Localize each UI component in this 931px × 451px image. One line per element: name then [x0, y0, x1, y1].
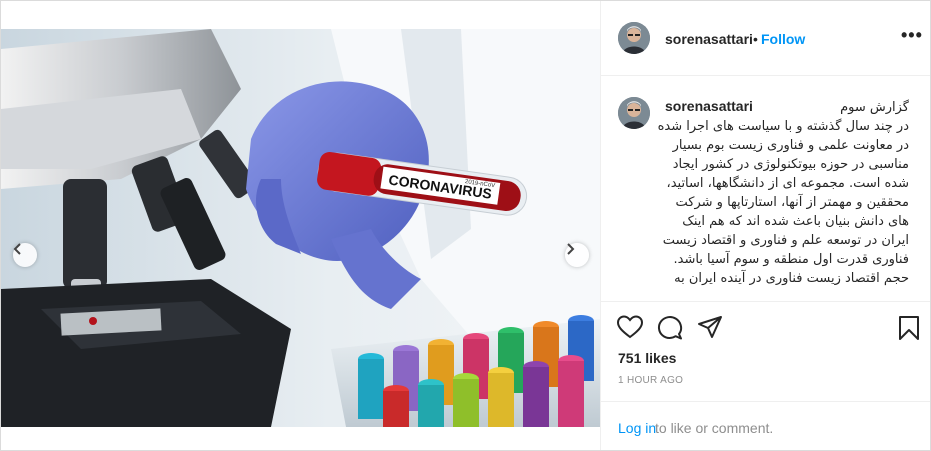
paper-plane-icon[interactable] — [697, 315, 723, 339]
login-prompt-text: to like or comment. — [655, 420, 774, 436]
bookmark-icon[interactable] — [898, 315, 920, 341]
post-header: sorenasattari • Follow ••• — [601, 1, 930, 76]
post-side-panel: sorenasattari • Follow ••• sorenasattari… — [600, 1, 930, 450]
like-count[interactable]: 751 likes — [618, 350, 676, 366]
heart-icon[interactable] — [617, 315, 643, 339]
chevron-right-icon — [567, 243, 575, 255]
avatar[interactable] — [618, 97, 650, 129]
post-image: CORONAVIRUS 2019-nCoV — [1, 29, 601, 427]
post-timestamp[interactable]: 1 HOUR AGO — [618, 375, 683, 386]
login-prompt: Log in to like or comment. — [601, 401, 930, 450]
previous-slide-button[interactable] — [13, 243, 37, 267]
action-bar — [601, 301, 930, 349]
separator-dot: • — [753, 31, 758, 47]
more-options-button[interactable]: ••• — [901, 25, 923, 46]
chevron-left-icon — [13, 243, 21, 255]
username[interactable]: sorenasattari — [665, 31, 753, 47]
avatar[interactable] — [618, 22, 650, 54]
post-frame: CORONAVIRUS 2019-nCoV sorenasattari • Fo… — [0, 0, 931, 451]
follow-button[interactable]: Follow — [761, 31, 805, 47]
avatar-image — [618, 22, 650, 54]
caption-text: گزارش سوم در چند سال گذشته و با سیاست ها… — [657, 100, 909, 286]
caption-area[interactable]: sorenasattari گزارش سوم در چند سال گذشته… — [601, 76, 930, 302]
post-media[interactable]: CORONAVIRUS 2019-nCoV — [1, 29, 601, 427]
next-slide-button[interactable] — [565, 243, 589, 267]
avatar-image — [618, 97, 650, 129]
comment-icon[interactable] — [657, 315, 683, 341]
login-link[interactable]: Log in — [618, 420, 656, 436]
